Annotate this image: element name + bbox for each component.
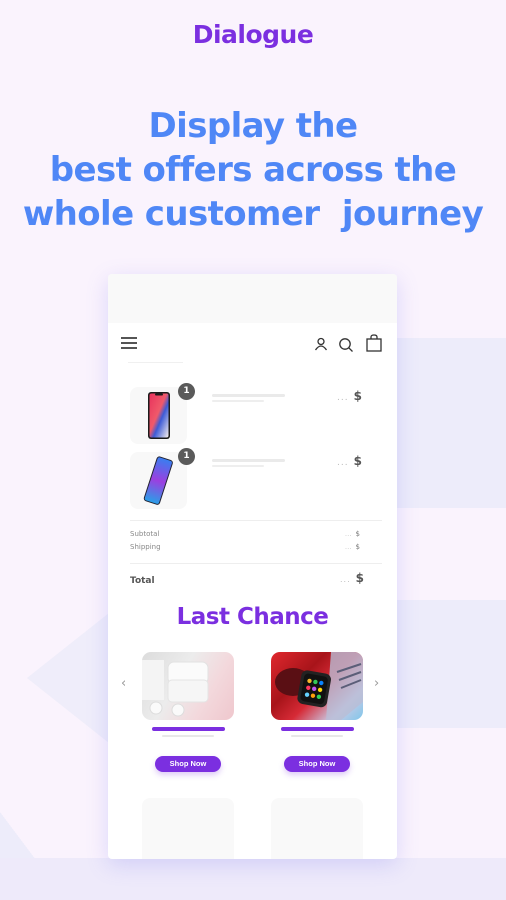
brand-logo: Dialogue: [192, 20, 314, 49]
divider: [130, 563, 382, 564]
background-arrow-shape: [27, 613, 109, 743]
cart-item[interactable]: 1 ... $: [130, 448, 370, 510]
phone-mockup: 1 ... $ 1 ... $ Subtotal ... $ Shipping …: [108, 274, 397, 859]
upsell-product-card[interactable]: Shop Now: [271, 652, 363, 772]
menu-icon[interactable]: [121, 337, 137, 349]
user-icon[interactable]: [314, 337, 328, 351]
phone-status-bar: [108, 274, 397, 323]
upsell-product-card[interactable]: Shop Now: [142, 652, 234, 772]
product-detail-placeholder: [212, 465, 264, 467]
product-name-placeholder: [212, 394, 285, 397]
item-price: ... $: [337, 389, 362, 403]
subtotal-value: ... $: [344, 530, 360, 538]
earbuds-image: [142, 652, 234, 720]
shopping-bag-icon[interactable]: [366, 334, 382, 352]
background-band: [396, 338, 506, 508]
headline-line-2: best offers across the: [49, 150, 457, 190]
quantity-badge: 1: [178, 383, 195, 400]
total-row: Total ... $: [130, 571, 364, 586]
background-corner-shape: [0, 812, 36, 860]
headline-line-3: whole customer journey: [22, 194, 484, 234]
background-band: [396, 600, 506, 728]
shipping-value: ... $: [344, 543, 360, 551]
total-value: ... $: [340, 571, 364, 585]
product-detail-placeholder: [212, 400, 264, 402]
divider: [130, 520, 382, 521]
product-name-placeholder: [212, 459, 285, 462]
shop-now-button[interactable]: Shop Now: [155, 756, 221, 772]
phone-navbar: [108, 323, 397, 363]
product-detail-placeholder: [162, 735, 214, 737]
headline-line-1: Display the: [148, 106, 359, 146]
product-card-placeholder: [142, 798, 234, 859]
headline: Display the best offers across the whole…: [0, 104, 506, 236]
product-card-placeholder: [271, 798, 363, 859]
total-label: Total: [130, 576, 155, 586]
carousel-prev-arrow[interactable]: ‹: [121, 676, 126, 691]
cart-item[interactable]: 1 ... $: [130, 383, 370, 445]
nav-divider: [128, 362, 183, 363]
item-price: ... $: [337, 454, 362, 468]
smartwatch-image: [271, 652, 363, 720]
subtotal-row: Subtotal ... $: [130, 530, 360, 538]
shipping-row: Shipping ... $: [130, 543, 360, 551]
upsell-title: Last Chance: [176, 604, 329, 630]
product-name-placeholder: [151, 727, 225, 731]
carousel-next-arrow[interactable]: ›: [374, 676, 379, 691]
background-bottom-band: [0, 858, 506, 900]
quantity-badge: 1: [178, 448, 195, 465]
search-icon[interactable]: [338, 337, 354, 353]
shipping-label: Shipping: [130, 543, 161, 551]
product-name-placeholder: [280, 727, 354, 731]
shop-now-button[interactable]: Shop Now: [284, 756, 350, 772]
product-detail-placeholder: [291, 735, 343, 737]
subtotal-label: Subtotal: [130, 530, 160, 538]
